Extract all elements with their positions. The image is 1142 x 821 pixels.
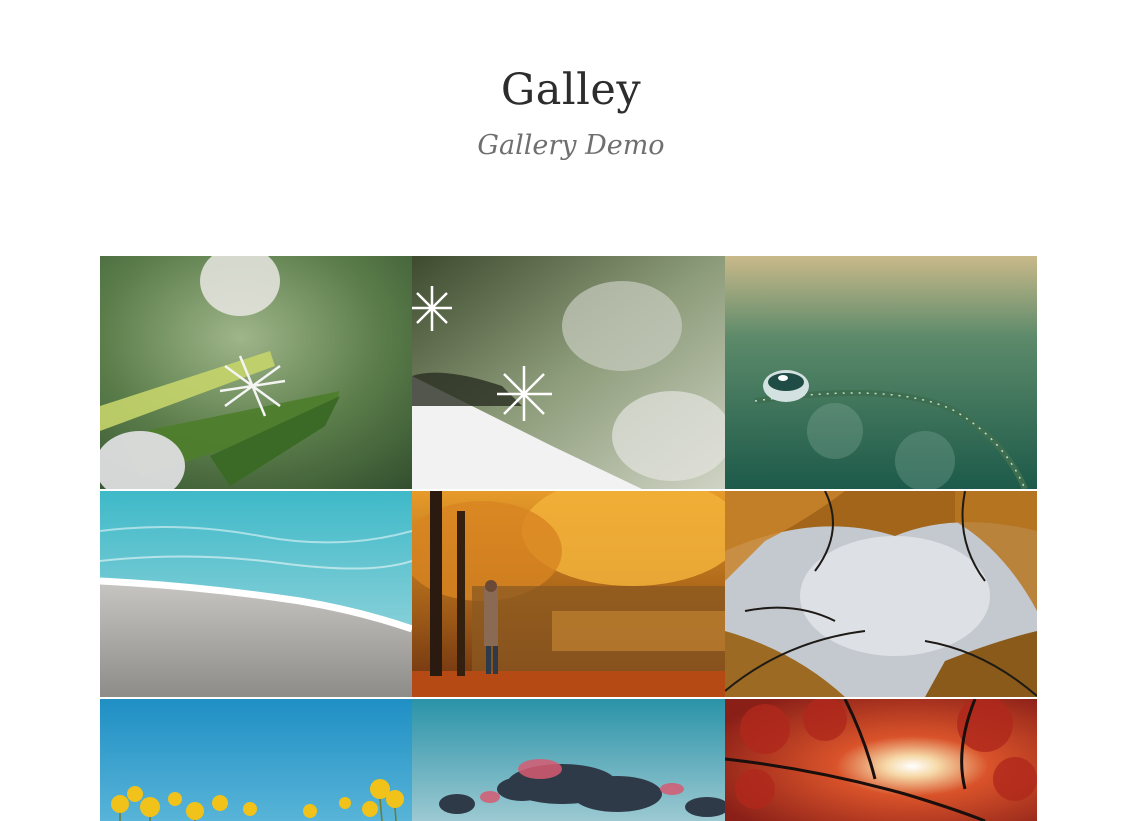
gallery-photo: [100, 699, 412, 821]
site-tagline: Gallery Demo: [477, 130, 665, 161]
gallery-image-snowflake-leaf[interactable]: [100, 256, 412, 489]
gallery-image-clouds-sky[interactable]: [412, 699, 725, 821]
gallery-image-red-autumn-sun[interactable]: [725, 699, 1037, 821]
gallery-photo: [725, 491, 1037, 697]
gallery-image-autumn-canopy[interactable]: [725, 491, 1037, 697]
gallery-photo: [100, 256, 412, 489]
gallery-image-beach-wave[interactable]: [100, 491, 412, 697]
site-title[interactable]: Galley: [0, 62, 1142, 118]
gallery-image-snowflakes-branch[interactable]: [412, 256, 725, 489]
gallery-grid: [100, 256, 1037, 821]
gallery-photo: [412, 256, 725, 489]
gallery-photo: [100, 491, 412, 697]
gallery-image-water-droplet[interactable]: [725, 256, 1037, 489]
gallery-photo: [725, 256, 1037, 489]
gallery-photo: [412, 491, 725, 697]
gallery-photo: [725, 699, 1037, 821]
gallery-image-yellow-flowers[interactable]: [100, 699, 412, 821]
gallery-image-autumn-lake[interactable]: [412, 491, 725, 697]
gallery-photo: [412, 699, 725, 821]
